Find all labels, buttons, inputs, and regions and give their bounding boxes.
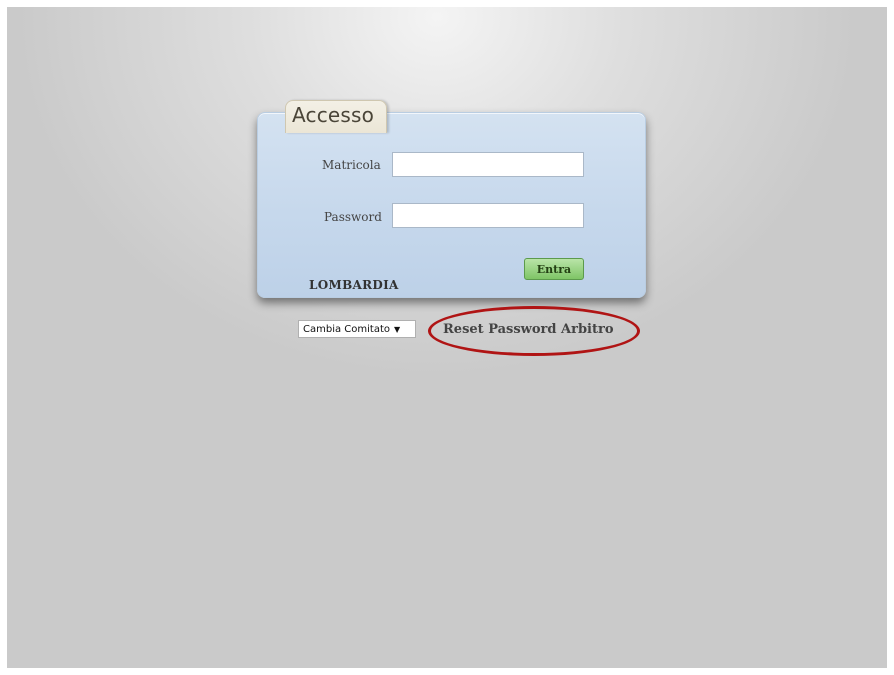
login-button[interactable]: Entra [524, 258, 584, 280]
chevron-down-icon: ▼ [394, 324, 401, 334]
reset-password-link[interactable]: Reset Password Arbitro [443, 322, 614, 337]
username-input[interactable] [392, 152, 584, 177]
committee-select-value: Cambia Comitato [303, 323, 390, 335]
login-title: Accesso [292, 103, 375, 127]
password-input[interactable] [392, 203, 584, 228]
region-label: LOMBARDIA [309, 278, 399, 292]
committee-select[interactable]: Cambia Comitato ▼ [298, 320, 416, 338]
page-background [7, 7, 887, 668]
password-label: Password [324, 210, 382, 224]
username-label: Matricola [322, 158, 381, 172]
